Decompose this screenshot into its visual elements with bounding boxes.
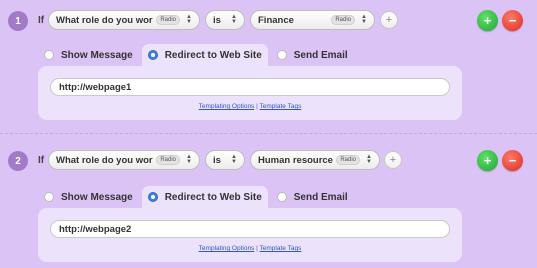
tab-label: Show Message: [61, 191, 133, 203]
tab-label: Send Email: [293, 49, 348, 61]
operator-select-value: is: [213, 14, 221, 26]
template-links: Templating Options | Template Tags: [38, 245, 462, 252]
rule-number-badge: 2: [8, 151, 28, 171]
if-label: If: [38, 15, 45, 26]
redirect-panel: Templating Options | Template Tags: [38, 66, 462, 120]
tab-label: Send Email: [293, 191, 348, 203]
tab-label: Redirect to Web Site: [164, 49, 262, 61]
remove-rule-button[interactable]: −: [502, 10, 523, 31]
template-links: Templating Options | Template Tags: [38, 103, 462, 110]
value-select[interactable]: Finance Radio ▲ ▼: [250, 10, 375, 30]
remove-rule-button[interactable]: −: [502, 150, 523, 171]
redirect-url-input[interactable]: [50, 78, 450, 96]
tab-label: Show Message: [61, 49, 133, 61]
radio-selected-icon[interactable]: [147, 50, 158, 60]
action-tabs: Show Message Redirect to Web Site Send E…: [38, 44, 357, 66]
question-select[interactable]: What role do you work in Radio ▲▼: [48, 150, 200, 170]
template-tags-link[interactable]: Template Tags: [260, 103, 302, 110]
add-rule-button[interactable]: +: [477, 150, 498, 171]
redirect-url-input[interactable]: [50, 220, 450, 238]
value-type-tag: Radio: [336, 155, 360, 165]
tab-send-email[interactable]: Send Email: [271, 186, 354, 208]
value-type-tag: Radio: [331, 15, 355, 25]
templating-options-link[interactable]: Templating Options: [199, 103, 255, 110]
tab-show-message[interactable]: Show Message: [38, 44, 139, 66]
redirect-panel: Templating Options | Template Tags: [38, 208, 462, 262]
radio-selected-icon[interactable]: [147, 192, 158, 202]
tab-redirect[interactable]: Redirect to Web Site: [141, 44, 268, 66]
question-select-value: What role do you work in: [56, 14, 153, 26]
value-select[interactable]: Human resources Radio ▲ ▼: [250, 150, 380, 170]
select-arrows-icon: ▲ ▼: [366, 154, 372, 165]
operator-select[interactable]: is ▲ ▼: [205, 150, 245, 170]
radio-icon[interactable]: [44, 192, 54, 202]
question-type-tag: Radio: [156, 15, 180, 25]
link-separator: |: [256, 103, 258, 110]
tab-show-message[interactable]: Show Message: [38, 186, 139, 208]
tab-label: Redirect to Web Site: [164, 191, 262, 203]
question-type-tag: Radio: [156, 155, 180, 165]
select-arrows-icon: ▲ ▼: [186, 154, 192, 165]
select-arrows-icon: ▲ ▼: [231, 14, 237, 25]
radio-icon[interactable]: [276, 192, 287, 202]
question-select[interactable]: What role do you work in Radio ▲▼: [48, 10, 200, 30]
rule-row-2: 2 If What role do you work in Radio ▲▼ i…: [0, 134, 537, 268]
add-condition-button[interactable]: +: [380, 11, 398, 29]
if-label: If: [38, 155, 45, 166]
action-tabs: Show Message Redirect to Web Site Send E…: [38, 186, 357, 208]
templating-options-link[interactable]: Templating Options: [199, 245, 255, 252]
select-arrows-icon: ▲ ▼: [186, 14, 192, 25]
operator-select[interactable]: is ▲ ▼: [205, 10, 245, 30]
value-select-value: Finance: [258, 14, 294, 26]
radio-icon[interactable]: [276, 50, 287, 60]
rule-row-1: 1 If What role do you work in Radio ▲▼ i…: [0, 0, 537, 134]
radio-icon[interactable]: [44, 50, 54, 60]
tab-redirect[interactable]: Redirect to Web Site: [141, 186, 268, 208]
template-tags-link[interactable]: Template Tags: [260, 245, 302, 252]
select-arrows-icon: ▲ ▼: [231, 154, 237, 165]
add-condition-button[interactable]: +: [384, 151, 402, 169]
operator-select-value: is: [213, 154, 221, 166]
link-separator: |: [256, 245, 258, 252]
add-rule-button[interactable]: +: [477, 10, 498, 31]
select-arrows-icon: ▲ ▼: [361, 14, 367, 25]
rule-number-badge: 1: [8, 11, 28, 31]
tab-send-email[interactable]: Send Email: [271, 44, 354, 66]
value-select-value: Human resources: [258, 154, 334, 166]
question-select-value: What role do you work in: [56, 154, 153, 166]
